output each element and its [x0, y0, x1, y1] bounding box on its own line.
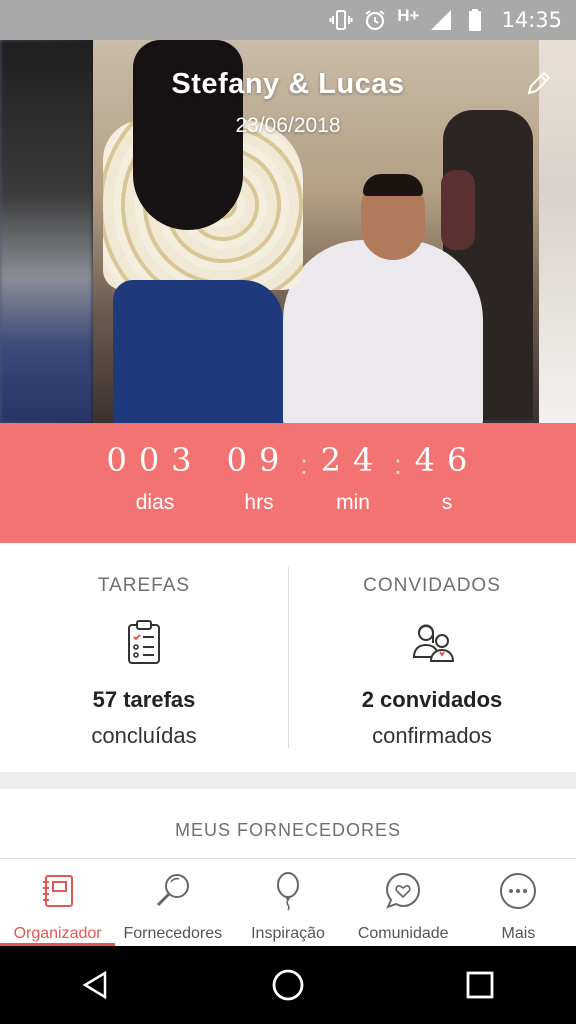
alarm-icon	[363, 8, 387, 32]
man-kneeling	[283, 240, 483, 423]
countdown-hours-value: 09	[226, 441, 292, 479]
suppliers-card[interactable]: MEUS FORNECEDORES	[0, 789, 576, 859]
signal-icon	[429, 8, 453, 32]
nav-comunidade[interactable]: Comunidade	[346, 859, 461, 946]
nav-mais[interactable]: Mais	[461, 859, 576, 946]
tasks-summary[interactable]: TAREFAS 57 tarefas concluídas	[0, 543, 288, 772]
couple-guests-icon	[410, 619, 455, 667]
summary-card: TAREFAS 57 tarefas concluídas CONVIDADOS…	[0, 543, 576, 772]
countdown-hours-label: hrs	[244, 491, 274, 514]
more-dots-icon	[496, 869, 540, 913]
guests-heading: CONVIDADOS	[363, 575, 501, 596]
guests-caption: confirmados	[372, 723, 492, 748]
planner-book-icon	[36, 869, 80, 913]
countdown-separator: :	[300, 449, 308, 480]
nav-fornecedores[interactable]: Fornecedores	[115, 859, 230, 946]
couple-photo-header[interactable]: Stefany & Lucas 23/06/2018	[0, 40, 576, 423]
countdown-minutes-label: min	[336, 491, 370, 514]
man-hair	[363, 174, 423, 196]
suppliers-heading: MEUS FORNECEDORES	[174, 820, 402, 840]
background-person-2	[441, 170, 475, 250]
clock: 14:35	[501, 8, 562, 32]
nav-label: Comunidade	[357, 925, 449, 942]
guests-count: 2 convidados	[361, 687, 503, 712]
nav-inspiracao[interactable]: Inspiração	[230, 859, 345, 946]
countdown-seconds-value: 46	[414, 441, 480, 479]
nav-label: Mais	[501, 925, 536, 942]
countdown-minutes: 24 min	[320, 441, 386, 515]
couple-names: Stefany & Lucas	[171, 68, 405, 100]
countdown-days: 003 dias	[100, 441, 210, 515]
countdown-minutes-value: 24	[320, 441, 386, 479]
nav-organizador[interactable]: Organizador	[0, 859, 116, 946]
network-type: H+	[397, 6, 420, 25]
countdown-hours: 09 hrs	[226, 441, 292, 515]
tasks-heading: TAREFAS	[97, 575, 191, 596]
nav-label: Inspiração	[251, 925, 325, 942]
countdown-days-label: dias	[135, 491, 175, 514]
balloon-icon	[266, 869, 310, 913]
pencil-icon[interactable]	[524, 68, 554, 98]
countdown-separator: :	[394, 449, 402, 480]
battery-icon	[463, 8, 487, 32]
heart-chat-bubble-icon	[381, 869, 425, 913]
bottom-navigation: Organizador Fornecedores Inspiração Comu…	[0, 858, 576, 946]
countdown-seconds: 46 s	[414, 441, 480, 515]
home-circle-icon[interactable]	[258, 955, 318, 1015]
tasks-count: 57 tarefas	[92, 687, 196, 712]
woman-jeans	[113, 280, 283, 423]
system-navigation-bar	[0, 946, 576, 1024]
wedding-date: 23/06/2018	[235, 114, 341, 137]
tasks-caption: concluídas	[91, 723, 197, 748]
nav-label: Organizador	[13, 925, 102, 942]
wedding-countdown: 003 dias 09 hrs : 24 min : 46 s	[0, 423, 576, 543]
checklist-clipboard-icon	[122, 619, 166, 667]
guests-summary[interactable]: CONVIDADOS 2 convidados confirmados	[288, 543, 576, 772]
countdown-seconds-label: s	[441, 491, 453, 514]
status-bar: H+ 14:35	[0, 0, 576, 40]
vibrate-icon	[329, 8, 353, 32]
nav-label: Fornecedores	[123, 925, 223, 942]
countdown-days-value: 003	[106, 441, 204, 479]
magnifier-icon	[151, 869, 195, 913]
recents-square-icon[interactable]	[450, 955, 510, 1015]
back-triangle-icon[interactable]	[66, 955, 126, 1015]
